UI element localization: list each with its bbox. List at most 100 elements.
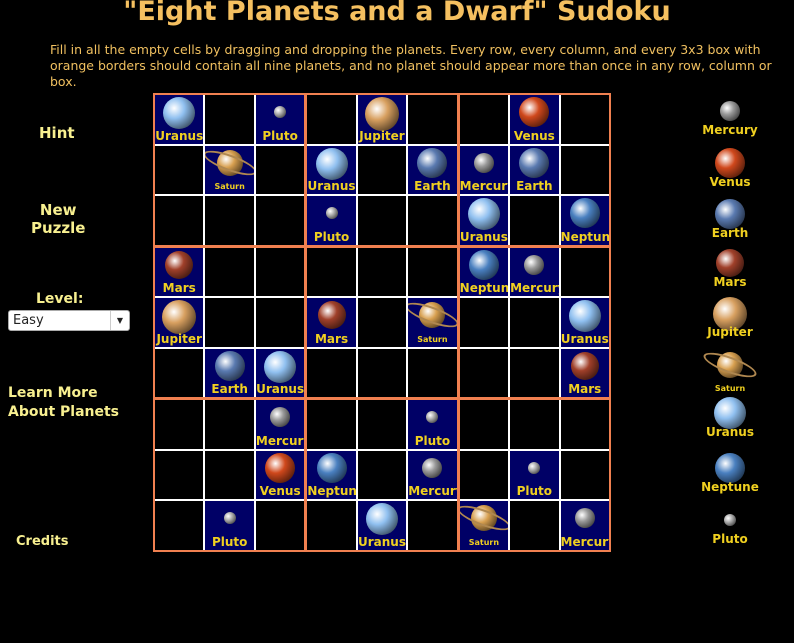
filled-cell[interactable]: Mercury bbox=[459, 145, 509, 195]
empty-cell[interactable] bbox=[510, 348, 559, 398]
empty-cell[interactable] bbox=[155, 348, 204, 398]
empty-cell[interactable] bbox=[357, 145, 407, 195]
venus-icon[interactable] bbox=[519, 97, 550, 127]
empty-cell[interactable] bbox=[510, 298, 559, 347]
earth-icon[interactable] bbox=[214, 350, 245, 381]
filled-cell[interactable]: Venus bbox=[510, 95, 559, 144]
empty-cell[interactable] bbox=[255, 247, 305, 297]
filled-cell[interactable]: Mars bbox=[307, 298, 356, 347]
neptune-icon[interactable] bbox=[316, 452, 347, 483]
mercury-icon[interactable] bbox=[270, 407, 291, 428]
filled-cell[interactable]: Earth bbox=[205, 348, 254, 398]
filled-cell[interactable]: Saturn bbox=[205, 145, 254, 195]
filled-cell[interactable]: Pluto bbox=[510, 450, 559, 500]
filled-cell[interactable]: Neptune bbox=[307, 450, 356, 500]
empty-cell[interactable] bbox=[357, 348, 407, 398]
empty-cell[interactable] bbox=[459, 298, 509, 347]
empty-cell[interactable] bbox=[357, 247, 407, 297]
empty-cell[interactable] bbox=[205, 298, 254, 347]
palette-mars[interactable]: Mars bbox=[690, 245, 770, 295]
empty-cell[interactable] bbox=[307, 95, 356, 144]
pluto-icon[interactable] bbox=[528, 461, 541, 474]
earth-icon[interactable] bbox=[417, 147, 448, 178]
neptune-icon[interactable] bbox=[468, 249, 499, 280]
filled-cell[interactable]: Mercury bbox=[408, 450, 457, 500]
empty-cell[interactable] bbox=[560, 450, 609, 500]
empty-cell[interactable] bbox=[255, 298, 305, 347]
uranus-icon[interactable] bbox=[568, 300, 601, 333]
empty-cell[interactable] bbox=[155, 501, 204, 550]
mercury-icon[interactable] bbox=[473, 152, 494, 173]
empty-cell[interactable] bbox=[510, 400, 559, 449]
empty-cell[interactable] bbox=[357, 450, 407, 500]
pluto-icon[interactable] bbox=[274, 106, 287, 118]
palette-uranus[interactable]: Uranus bbox=[690, 395, 770, 445]
venus-icon[interactable] bbox=[265, 452, 296, 483]
pluto-icon[interactable] bbox=[325, 207, 338, 220]
empty-cell[interactable] bbox=[255, 196, 305, 245]
empty-cell[interactable] bbox=[459, 400, 509, 449]
empty-cell[interactable] bbox=[205, 450, 254, 500]
empty-cell[interactable] bbox=[408, 95, 457, 144]
hint-button[interactable]: Hint bbox=[39, 124, 75, 142]
filled-cell[interactable]: Neptune bbox=[459, 247, 509, 297]
mars-icon[interactable] bbox=[716, 249, 744, 277]
filled-cell[interactable]: Jupiter bbox=[357, 95, 407, 144]
filled-cell[interactable]: Uranus bbox=[459, 196, 509, 245]
filled-cell[interactable]: Venus bbox=[255, 450, 305, 500]
empty-cell[interactable] bbox=[307, 501, 356, 550]
filled-cell[interactable]: Mars bbox=[560, 348, 609, 398]
empty-cell[interactable] bbox=[560, 95, 609, 144]
filled-cell[interactable]: Uranus bbox=[357, 501, 407, 550]
filled-cell[interactable]: Uranus bbox=[560, 298, 609, 347]
palette-earth[interactable]: Earth bbox=[690, 196, 770, 246]
earth-icon[interactable] bbox=[519, 147, 550, 178]
empty-cell[interactable] bbox=[307, 348, 356, 398]
filled-cell[interactable]: Mercury bbox=[255, 400, 305, 449]
filled-cell[interactable]: Mars bbox=[155, 247, 204, 297]
empty-cell[interactable] bbox=[205, 247, 254, 297]
empty-cell[interactable] bbox=[408, 247, 457, 297]
empty-cell[interactable] bbox=[510, 501, 559, 550]
uranus-icon[interactable] bbox=[467, 198, 500, 231]
empty-cell[interactable] bbox=[357, 196, 407, 245]
filled-cell[interactable]: Pluto bbox=[205, 501, 254, 550]
mercury-icon[interactable] bbox=[720, 101, 740, 121]
neptune-icon[interactable] bbox=[569, 198, 600, 229]
filled-cell[interactable]: Mercury bbox=[560, 501, 609, 550]
uranus-icon[interactable] bbox=[365, 503, 398, 536]
empty-cell[interactable] bbox=[155, 196, 204, 245]
empty-cell[interactable] bbox=[255, 501, 305, 550]
filled-cell[interactable]: Pluto bbox=[255, 95, 305, 144]
empty-cell[interactable] bbox=[459, 95, 509, 144]
venus-icon[interactable] bbox=[715, 148, 745, 178]
uranus-icon[interactable] bbox=[315, 147, 348, 180]
uranus-icon[interactable] bbox=[163, 97, 196, 129]
empty-cell[interactable] bbox=[307, 400, 356, 449]
mercury-icon[interactable] bbox=[574, 508, 595, 529]
filled-cell[interactable]: Jupiter bbox=[155, 298, 204, 347]
filled-cell[interactable]: Saturn bbox=[408, 298, 457, 347]
empty-cell[interactable] bbox=[459, 450, 509, 500]
empty-cell[interactable] bbox=[408, 196, 457, 245]
palette-pluto[interactable]: Pluto bbox=[690, 502, 770, 552]
empty-cell[interactable] bbox=[357, 400, 407, 449]
jupiter-icon[interactable] bbox=[364, 97, 399, 131]
filled-cell[interactable]: Saturn bbox=[459, 501, 509, 550]
palette-venus[interactable]: Venus bbox=[690, 145, 770, 195]
empty-cell[interactable] bbox=[459, 348, 509, 398]
empty-cell[interactable] bbox=[205, 196, 254, 245]
palette-saturn[interactable]: Saturn bbox=[690, 347, 770, 397]
empty-cell[interactable] bbox=[205, 400, 254, 449]
filled-cell[interactable]: Uranus bbox=[155, 95, 204, 144]
empty-cell[interactable] bbox=[408, 501, 457, 550]
empty-cell[interactable] bbox=[560, 247, 609, 297]
filled-cell[interactable]: Pluto bbox=[408, 400, 457, 449]
empty-cell[interactable] bbox=[255, 145, 305, 195]
empty-cell[interactable] bbox=[155, 400, 204, 449]
empty-cell[interactable] bbox=[357, 298, 407, 347]
pluto-icon[interactable] bbox=[426, 411, 439, 424]
earth-icon[interactable] bbox=[715, 199, 745, 229]
filled-cell[interactable]: Earth bbox=[408, 145, 457, 195]
jupiter-icon[interactable] bbox=[162, 300, 197, 335]
